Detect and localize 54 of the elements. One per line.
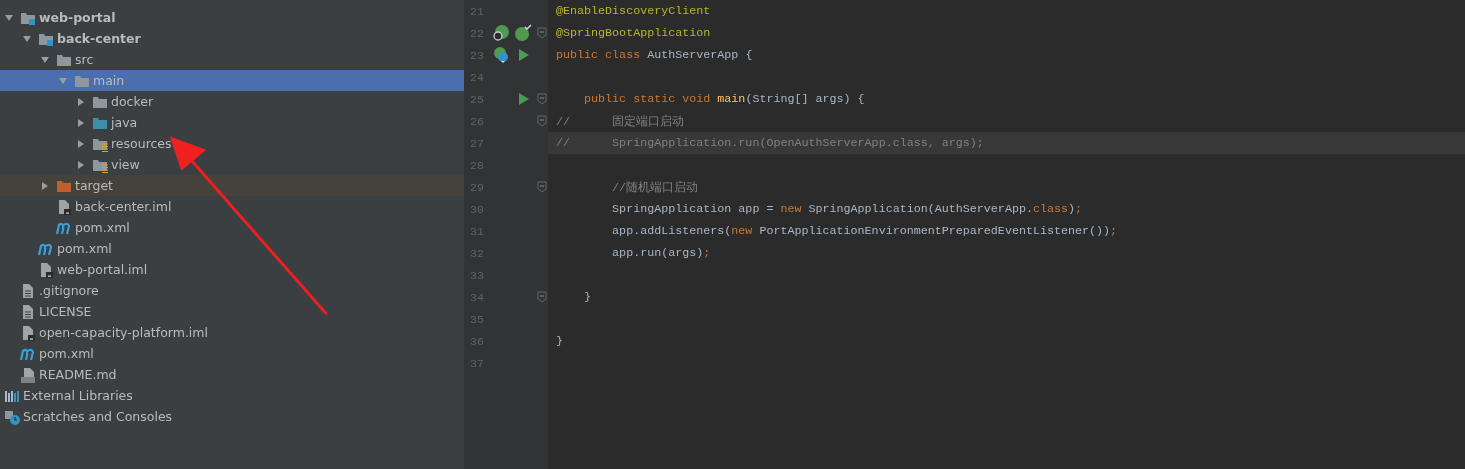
tree-item[interactable]: open-capacity-platform.iml (39, 325, 208, 340)
text-file-icon (20, 303, 36, 320)
tree-item[interactable]: pom.xml (39, 346, 94, 361)
fold-marker-icon[interactable] (537, 291, 547, 303)
fold-marker-icon[interactable] (537, 27, 547, 39)
collapse-arrow-icon[interactable] (76, 138, 86, 149)
code-line: app.addListeners(new PortApplicationEnvironmentPreparedEventListener()); (611, 224, 1118, 238)
code-line: } (583, 290, 592, 304)
spring-bean-icon[interactable] (514, 24, 532, 42)
tree-item[interactable]: java (111, 115, 138, 130)
tree-item[interactable]: README.md (39, 367, 117, 382)
file-icon (56, 198, 72, 215)
tree-item[interactable]: docker (111, 94, 154, 109)
expand-arrow-icon[interactable] (22, 33, 32, 44)
tree-item[interactable]: pom.xml (57, 241, 112, 256)
collapse-arrow-icon[interactable] (40, 180, 50, 191)
tree-item[interactable]: resources (111, 136, 172, 151)
collapse-arrow-icon[interactable] (76, 96, 86, 107)
tree-item[interactable]: src (75, 52, 94, 67)
code-line: } (556, 334, 563, 348)
code-line: @EnableDiscoveryClient (556, 4, 711, 18)
collapse-arrow-icon[interactable] (76, 159, 86, 170)
tree-item[interactable]: LICENSE (39, 304, 92, 319)
code-line: SpringApplication app = new SpringApplication(AuthServerApp.class); (611, 202, 1083, 216)
tree-item[interactable]: target (75, 178, 113, 193)
tree-item[interactable]: back-center (57, 31, 141, 46)
expand-arrow-icon[interactable] (4, 12, 14, 23)
code-line: app.run(args); (611, 246, 711, 260)
tree-item[interactable]: back-center.iml (75, 199, 172, 214)
file-icon (20, 324, 36, 341)
code-line: // 固定端口启动 (556, 113, 685, 129)
tree-item[interactable]: web-portal (39, 10, 116, 25)
text-file-icon (20, 282, 36, 299)
expand-arrow-icon[interactable] (40, 54, 50, 65)
markdown-file-icon (20, 366, 36, 383)
tree-item[interactable]: view (111, 157, 140, 172)
spring-bean-icon[interactable] (492, 46, 510, 64)
fold-marker-icon[interactable] (537, 181, 547, 193)
fold-marker-icon[interactable] (537, 93, 547, 105)
fold-marker-icon[interactable] (537, 115, 547, 127)
collapse-arrow-icon[interactable] (76, 117, 86, 128)
tree-item[interactable]: .gitignore (39, 283, 99, 298)
code-line: public static void main(String[] args) { (583, 92, 865, 106)
scratches-icon (4, 408, 20, 425)
code-line: @SpringBootApplication (556, 26, 711, 40)
tree-item[interactable]: External Libraries (23, 388, 133, 403)
code-line: public class AuthServerApp { (556, 48, 753, 62)
code-line: //随机端口启动 (611, 179, 699, 195)
tree-item[interactable]: web-portal.iml (57, 262, 148, 277)
tree-item[interactable]: Scratches and Consoles (23, 409, 173, 424)
code-line: // SpringApplication.run(OpenAuthServerApp.class, args); (556, 136, 984, 150)
spring-bean-icon[interactable] (492, 24, 510, 42)
tree-item[interactable]: pom.xml (75, 220, 130, 235)
file-icon (38, 261, 54, 278)
